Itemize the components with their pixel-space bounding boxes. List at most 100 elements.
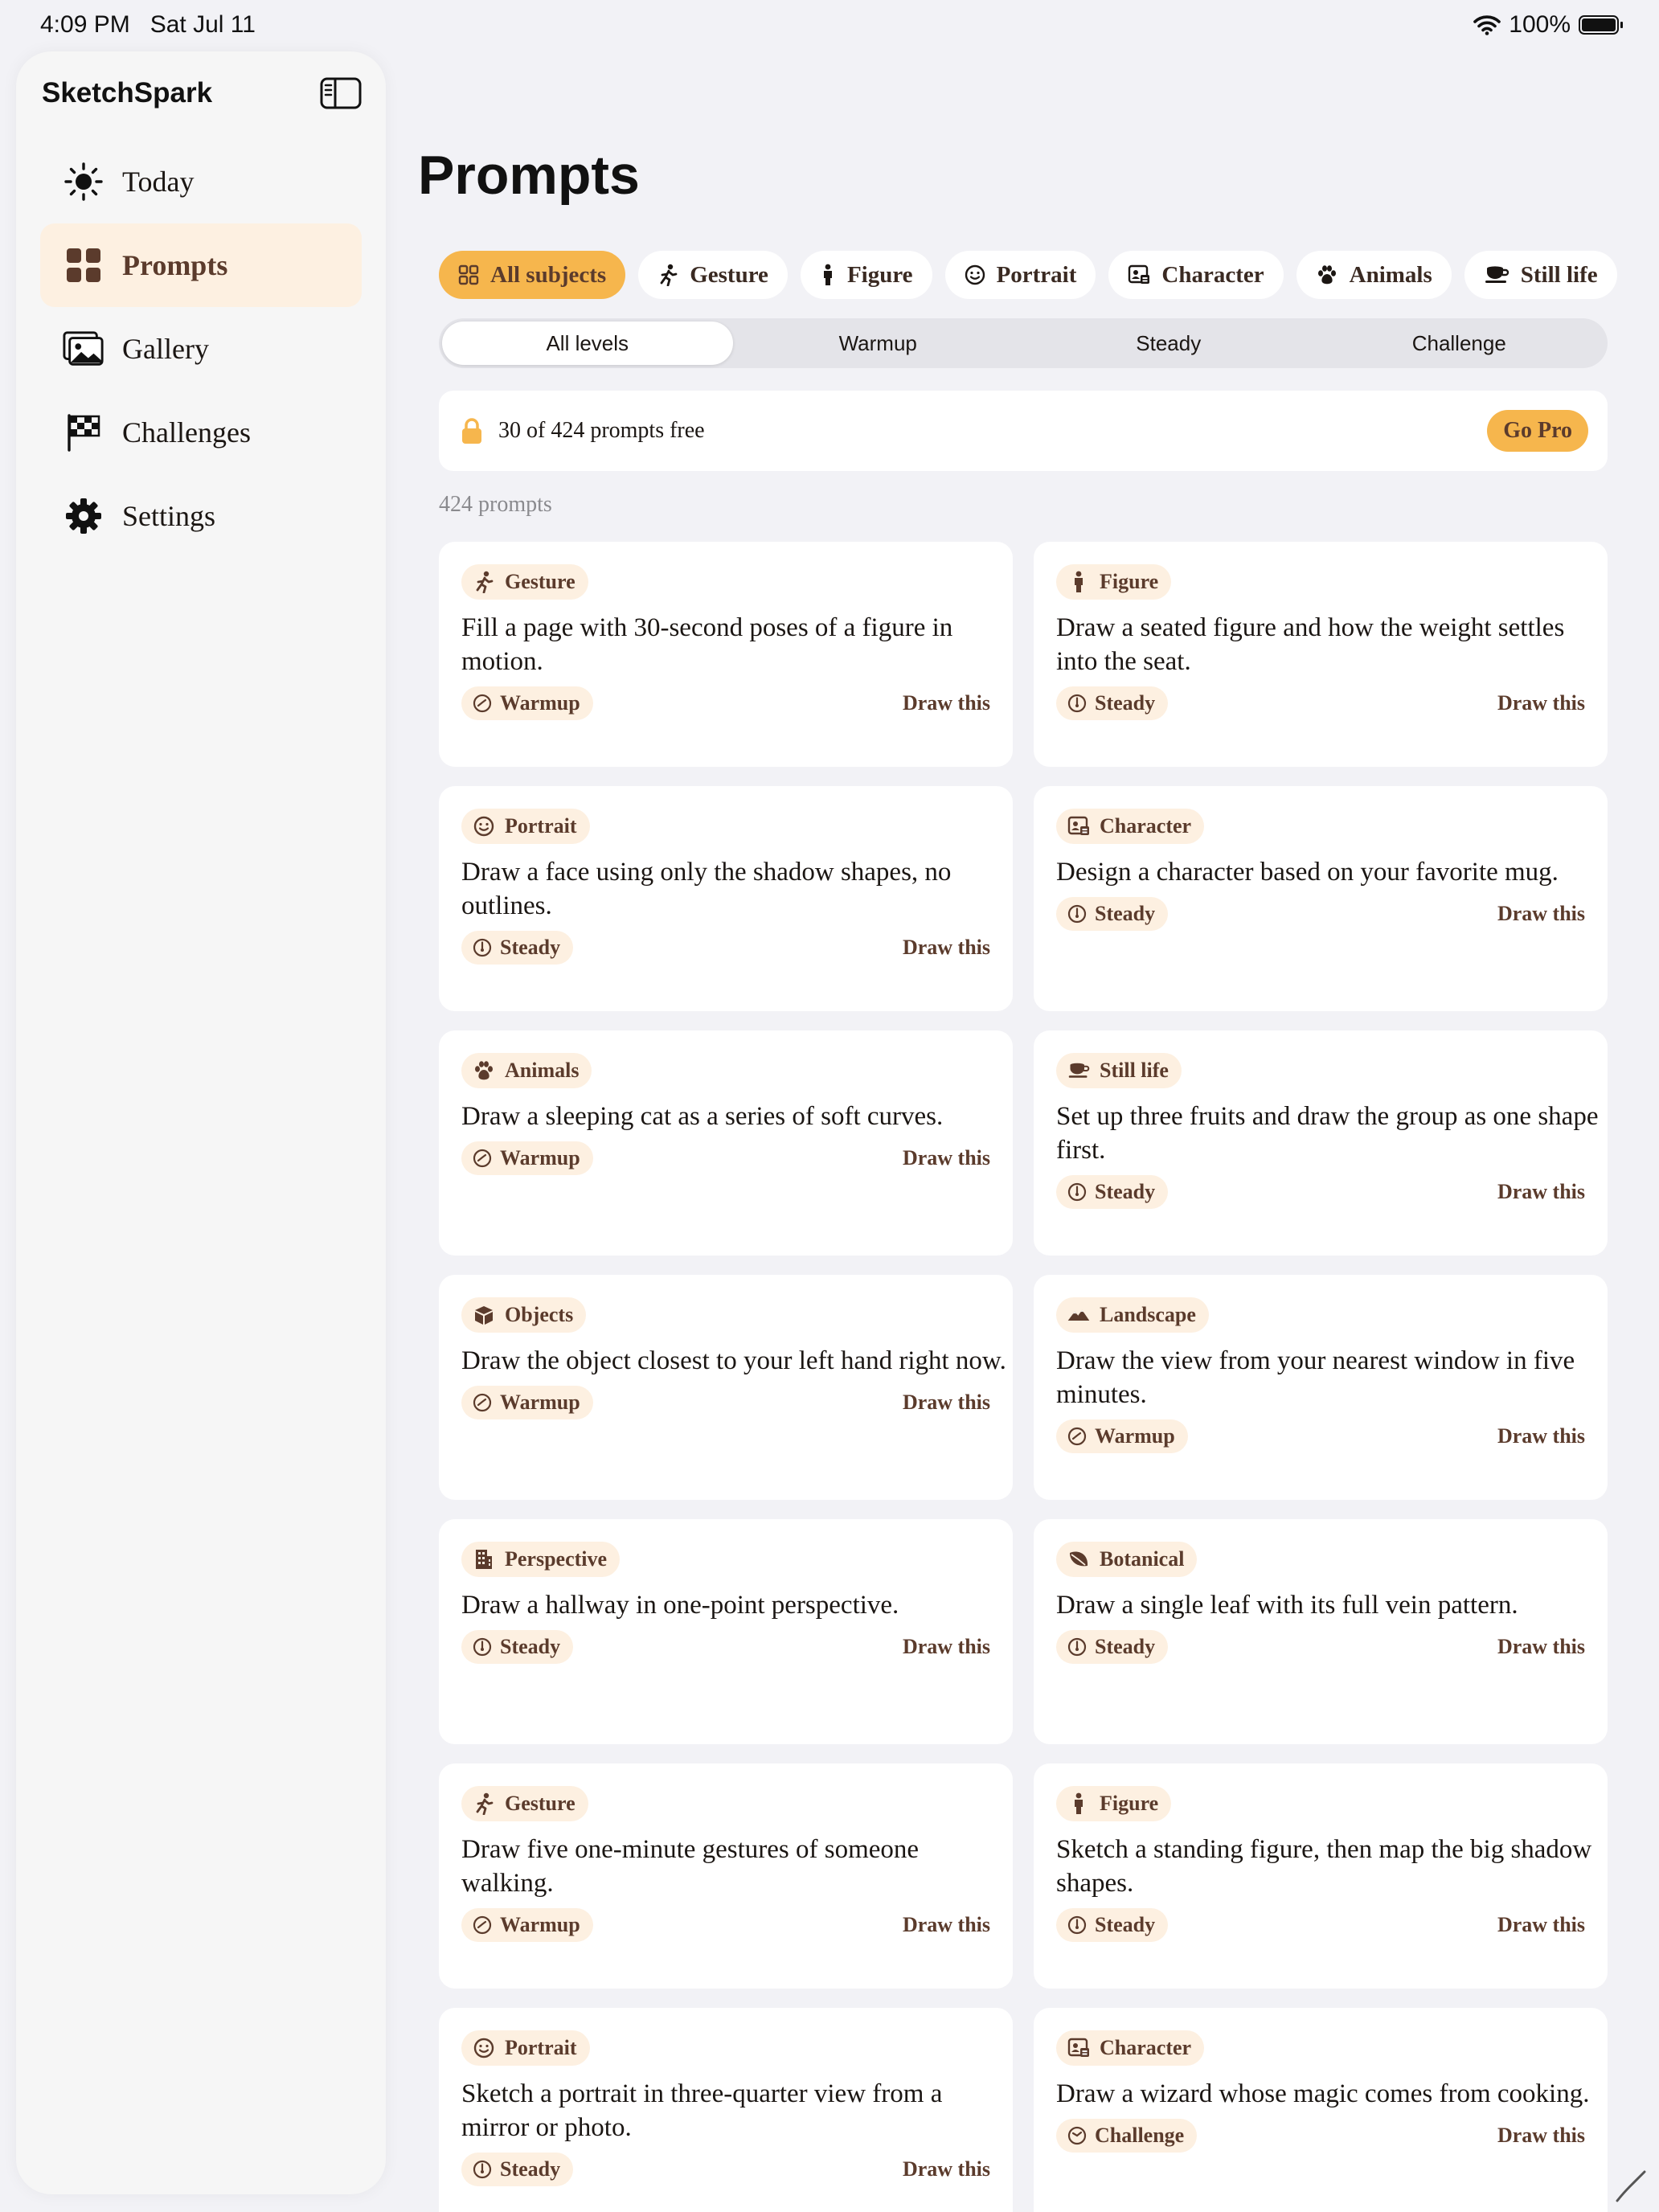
prompt-card[interactable]: Still life Set up three fruits and draw t…	[1034, 1030, 1608, 1256]
draw-this-button[interactable]: Draw this	[1497, 902, 1585, 926]
level-badge-label: Steady	[1095, 1635, 1156, 1658]
running-figure-icon	[473, 571, 495, 593]
subject-chip-label: Gesture	[690, 261, 768, 288]
sidebar-item-settings[interactable]: Settings	[40, 474, 362, 558]
subject-chip-still-life[interactable]: Still life	[1464, 251, 1617, 299]
draw-this-button[interactable]: Draw this	[1497, 2124, 1585, 2148]
subject-chip-animals[interactable]: Animals	[1296, 251, 1452, 299]
level-badge: Steady	[461, 2153, 574, 2186]
level-steady[interactable]: Steady	[1023, 322, 1314, 365]
status-time: 4:09 PM Sat Jul 11	[40, 11, 256, 38]
draw-this-button[interactable]: Draw this	[1497, 1635, 1585, 1659]
paw-icon	[473, 1059, 495, 1082]
battery-icon	[1579, 15, 1623, 35]
sidebar-item-prompts[interactable]: Prompts	[40, 223, 362, 307]
card-footer: Steady Draw this	[461, 1630, 990, 1664]
draw-this-button[interactable]: Draw this	[903, 1913, 990, 1937]
subject-chip-figure[interactable]: Figure	[800, 251, 932, 299]
subject-chip-gesture[interactable]: Gesture	[638, 251, 788, 299]
draw-this-button[interactable]: Draw this	[1497, 1913, 1585, 1937]
subject-tag: Portrait	[461, 809, 590, 844]
draw-this-button[interactable]: Draw this	[903, 691, 990, 715]
sidebar-item-today[interactable]: Today	[40, 140, 362, 223]
prompt-card[interactable]: Gesture Draw five one-minute gestures of …	[439, 1763, 1013, 1989]
subject-tag: Portrait	[461, 2030, 590, 2066]
subject-tag-label: Perspective	[505, 1547, 608, 1571]
draw-this-button[interactable]: Draw this	[903, 1635, 990, 1659]
level-badge: Warmup	[461, 1386, 593, 1419]
draw-this-button[interactable]: Draw this	[903, 1146, 990, 1170]
page-title: Prompts	[418, 145, 640, 206]
status-indicators: 100%	[1473, 11, 1623, 39]
subject-tag-label: Character	[1100, 2036, 1192, 2059]
level-badge-label: Steady	[500, 1635, 561, 1658]
prompt-card[interactable]: Figure Sketch a standing figure, then map…	[1034, 1763, 1608, 1989]
sidebar-toggle-button[interactable]	[320, 77, 362, 109]
prompt-card[interactable]: Character Draw a wizard whose magic comes…	[1034, 2008, 1608, 2212]
level-challenge[interactable]: Challenge	[1314, 322, 1605, 365]
level-warmup-icon	[473, 1915, 492, 1935]
level-steady-icon	[1067, 1637, 1087, 1657]
cup-icon	[1484, 265, 1509, 285]
prompt-text: Draw a sleeping cat as a series of soft …	[461, 1102, 944, 1131]
subject-tag: Figure	[1056, 1786, 1172, 1821]
sidebar-toggle-icon	[320, 77, 362, 109]
level-badge: Steady	[461, 1630, 574, 1664]
level-badge: Steady	[1056, 1908, 1169, 1942]
prompt-card[interactable]: Perspective Draw a hallway in one-point p…	[439, 1519, 1013, 1744]
prompt-text: Draw a hallway in one-point perspective.	[461, 1591, 899, 1620]
sun-icon	[63, 161, 104, 203]
id-card-icon	[1067, 2037, 1090, 2059]
smiley-face-icon	[965, 264, 985, 285]
sidebar-item-gallery[interactable]: Gallery	[40, 307, 362, 391]
draw-this-button[interactable]: Draw this	[903, 936, 990, 960]
level-steady-icon	[1067, 1182, 1087, 1202]
cube-icon	[473, 1304, 495, 1326]
standing-figure-icon	[1067, 1792, 1090, 1815]
prompt-card[interactable]: Botanical Draw a single leaf with its ful…	[1034, 1519, 1608, 1744]
prompt-card[interactable]: Animals Draw a sleeping cat as a series o…	[439, 1030, 1013, 1256]
prompt-text: Fill a page with 30-second poses of a fi…	[461, 613, 953, 676]
level-warmup[interactable]: Warmup	[733, 322, 1024, 365]
grid-icon	[458, 264, 479, 285]
sidebar-item-challenges[interactable]: Challenges	[40, 391, 362, 474]
card-footer: Steady Draw this	[1056, 686, 1585, 720]
subject-tag: Botanical	[1056, 1542, 1198, 1577]
subject-chip-all-subjects[interactable]: All subjects	[439, 251, 626, 299]
draw-this-button[interactable]: Draw this	[1497, 1180, 1585, 1204]
draw-this-button[interactable]: Draw this	[903, 2157, 990, 2181]
subject-chip-character[interactable]: Character	[1108, 251, 1284, 299]
prompt-card[interactable]: Figure Draw a seated figure and how the w…	[1034, 542, 1608, 767]
level-warmup-icon	[1067, 1427, 1087, 1446]
cup-icon	[1067, 1059, 1090, 1082]
prompt-card[interactable]: Gesture Fill a page with 30-second poses …	[439, 542, 1013, 767]
prompt-card[interactable]: Landscape Draw the view from your nearest…	[1034, 1275, 1608, 1500]
level-segmented-control: All levels Warmup Steady Challenge	[439, 318, 1608, 368]
prompt-card[interactable]: Character Design a character based on you…	[1034, 786, 1608, 1011]
prompt-card[interactable]: Portrait Draw a face using only the shado…	[439, 786, 1013, 1011]
level-badge: Warmup	[461, 686, 593, 720]
draw-this-button[interactable]: Draw this	[903, 1391, 990, 1415]
subject-tag: Character	[1056, 809, 1205, 844]
subject-tag-label: Still life	[1100, 1059, 1169, 1082]
wifi-icon	[1473, 15, 1501, 35]
card-footer: Warmup Draw this	[461, 1141, 990, 1175]
prompt-text: Draw the view from your nearest window i…	[1056, 1346, 1575, 1409]
go-pro-button[interactable]: Go Pro	[1487, 410, 1588, 452]
subject-chip-portrait[interactable]: Portrait	[944, 251, 1096, 299]
prompt-card[interactable]: Objects Draw the object closest to your l…	[439, 1275, 1013, 1500]
level-badge: Steady	[1056, 897, 1169, 931]
level-steady-icon	[1067, 694, 1087, 713]
prompt-card[interactable]: Portrait Sketch a portrait in three-quart…	[439, 2008, 1013, 2212]
subject-chip-label: Still life	[1520, 261, 1598, 288]
subject-tag-label: Character	[1100, 814, 1192, 838]
level-all-levels[interactable]: All levels	[442, 322, 733, 365]
draw-this-button[interactable]: Draw this	[1497, 691, 1585, 715]
subject-tag-label: Botanical	[1100, 1547, 1185, 1571]
level-steady-icon	[1067, 904, 1087, 924]
level-badge: Steady	[1056, 1175, 1169, 1209]
subject-tag-label: Animals	[505, 1059, 580, 1082]
prompt-text: Draw a single leaf with its full vein pa…	[1056, 1591, 1518, 1620]
card-footer: Steady Draw this	[461, 2153, 990, 2186]
draw-this-button[interactable]: Draw this	[1497, 1424, 1585, 1448]
